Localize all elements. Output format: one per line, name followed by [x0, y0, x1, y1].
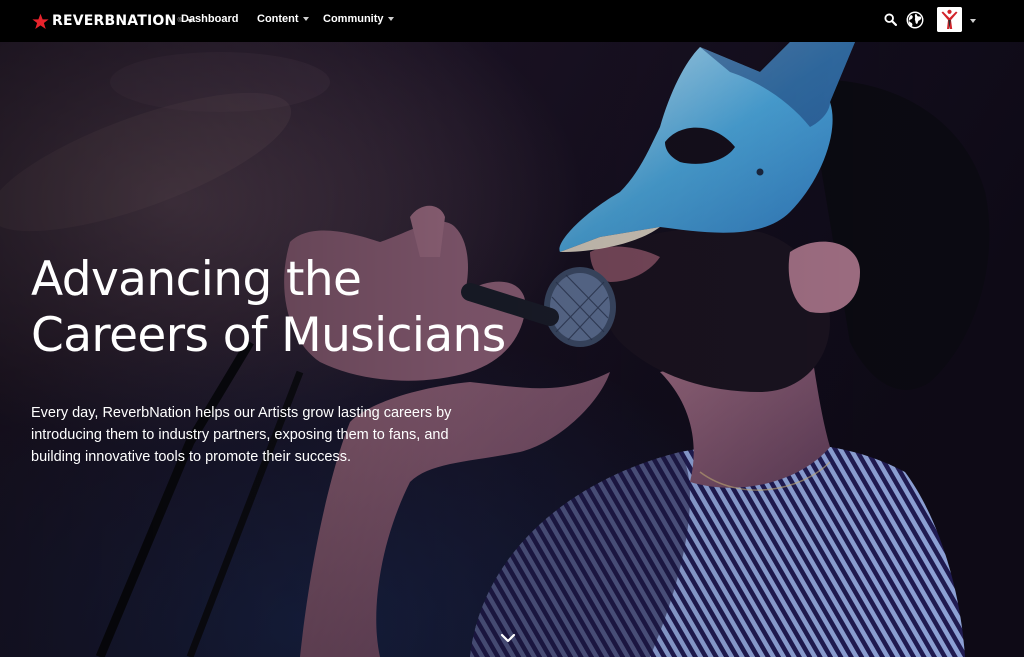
top-nav: REVERBNATION ® Dashboard Content Communi…: [0, 0, 1024, 42]
page: REVERBNATION ® Dashboard Content Communi…: [0, 0, 1024, 657]
hero-title-line-1: Advancing the: [31, 252, 362, 307]
nav-community[interactable]: Community: [323, 13, 394, 25]
avatar-figure-icon: [937, 7, 962, 32]
search-icon[interactable]: [884, 13, 897, 26]
globe-icon[interactable]: [906, 11, 924, 29]
chevron-down-icon[interactable]: [970, 19, 976, 23]
hero-title: Advancing the Careers of Musicians: [31, 252, 591, 364]
nav-community-label: Community: [323, 13, 384, 25]
nav-content[interactable]: Content: [257, 13, 309, 25]
star-icon: [32, 13, 49, 29]
hero-description: Every day, ReverbNation helps our Artist…: [31, 405, 452, 465]
nav-dashboard[interactable]: Dashboard: [181, 13, 238, 25]
nav-dashboard-label: Dashboard: [181, 13, 239, 25]
avatar[interactable]: [937, 7, 962, 32]
nav-content-label: Content: [257, 13, 299, 25]
hero-section: Advancing the Careers of Musicians Every…: [0, 42, 1024, 657]
logo-menu[interactable]: REVERBNATION ®: [32, 10, 193, 32]
chevron-down-icon: [302, 17, 309, 22]
hero-title-line-2: Careers of Musicians: [31, 308, 506, 363]
logo-text: REVERBNATION: [52, 13, 177, 29]
chevron-down-icon[interactable]: [500, 632, 516, 644]
chevron-down-icon: [387, 17, 394, 22]
